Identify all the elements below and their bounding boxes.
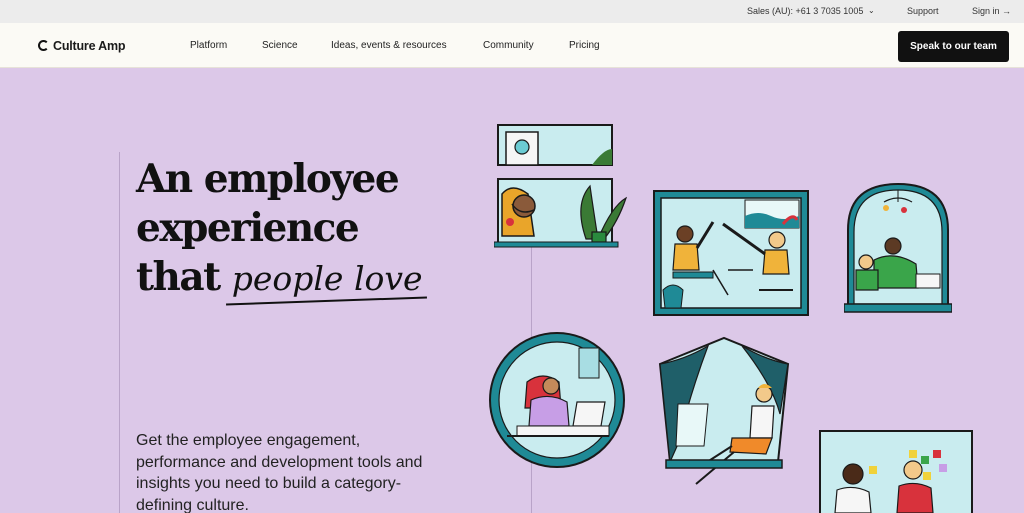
utility-bar: Sales (AU): +61 3 7035 1005 ⌄ Support Si… [0,0,1024,23]
hero-subtext: Get the employee engagement, performance… [136,432,423,513]
headline-line-2: experience [136,205,360,251]
hero-divider [119,152,120,513]
illustration-sticky-notes [819,430,973,513]
people-love-text: people love [231,259,423,298]
support-link[interactable]: Support [907,6,939,16]
headline-line-1: An employee [136,156,400,202]
illustration-window-plant [494,124,628,248]
headline-that: that [136,254,221,300]
logo[interactable]: Culture Amp [38,39,126,53]
speak-to-team-button[interactable]: Speak to our team [898,31,1009,62]
main-nav: Culture Amp Platform Science Ideas, even… [0,23,1024,68]
culture-amp-logo-icon [38,40,49,51]
illustration-curtain-reader [658,336,790,485]
sign-in-link[interactable]: Sign in → [972,6,1011,16]
headline-line-3: that people love [136,253,427,306]
illustration-round-window [489,332,625,468]
nav-ideas[interactable]: Ideas, events & resources [331,40,447,51]
nav-science[interactable]: Science [262,40,298,51]
hero-headline: An employee experience that people love [136,155,427,306]
sales-phone-text: Sales (AU): +61 3 7035 1005 [747,6,864,16]
illustration-high-five [653,190,809,316]
chevron-down-icon[interactable]: ⌄ [868,6,875,15]
headline-people-love: people love [225,259,427,306]
sales-phone-link[interactable]: Sales (AU): +61 3 7035 1005 [747,6,863,16]
logo-text: Culture Amp [53,39,126,53]
nav-pricing[interactable]: Pricing [569,40,600,51]
nav-platform[interactable]: Platform [190,40,227,51]
illustration-parent-baby [844,182,952,313]
nav-community[interactable]: Community [483,40,534,51]
